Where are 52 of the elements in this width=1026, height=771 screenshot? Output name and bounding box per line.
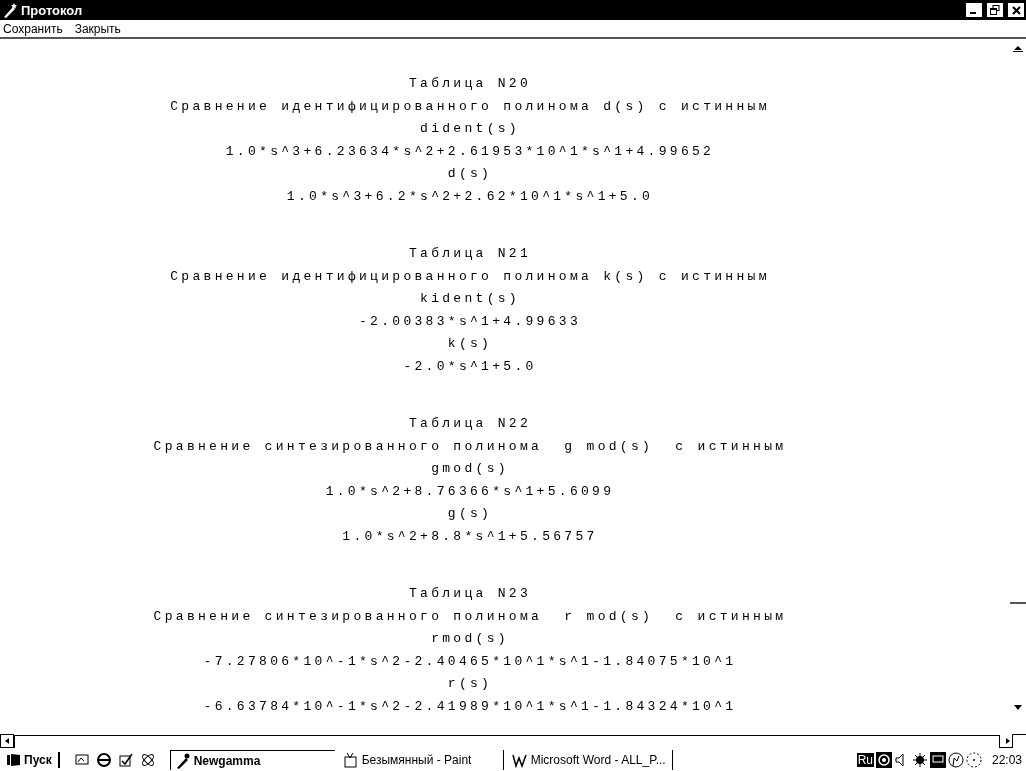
wand-icon xyxy=(2,2,18,18)
scroll-down-arrow-icon[interactable] xyxy=(1012,704,1024,712)
close-icon xyxy=(1011,5,1021,15)
monitor-icon xyxy=(929,752,946,768)
window-title: Протокол xyxy=(21,2,84,18)
table-caption: Сравнение синтезированного полинома r mod(s) с истинным xyxy=(153,607,787,626)
polynomial-name: r(s) xyxy=(447,675,493,693)
polynomial-expression: -2.00383*s^1+4.99633 xyxy=(359,312,581,331)
close-button[interactable] xyxy=(1008,3,1024,17)
restore-button[interactable] xyxy=(987,3,1003,17)
table-title: Таблица N20 xyxy=(408,75,532,93)
clock: 22:03 xyxy=(991,753,1022,767)
word-icon xyxy=(511,752,528,768)
checkmark-icon xyxy=(117,752,134,768)
scroll-thumb[interactable] xyxy=(1010,602,1026,604)
paint-icon xyxy=(342,752,359,768)
polynomial-expression: -7.27806*10^-1*s^2-2.40465*10^1*s^1-1.84075*10^1 xyxy=(203,652,737,671)
signal-icon xyxy=(875,752,892,768)
menu-item[interactable]: Сохранить xyxy=(3,21,63,36)
scroll-right-arrow-icon[interactable] xyxy=(1000,734,1026,748)
table-caption: Сравнение идентифицированного полинома d(s) с истинным xyxy=(170,97,770,116)
scroll-up-arrow-icon[interactable] xyxy=(1012,43,1024,53)
polynomial-expression: 1.0*s^2+8.8*s^1+5.56757 xyxy=(342,527,598,546)
polynomial-name: gmod(s) xyxy=(431,460,509,478)
polynomial-expression: -2.0*s^1+5.0 xyxy=(403,357,537,376)
polynomial-expression: 1.0*s^3+6.2*s^2+2.62*10^1*s^1+5.0 xyxy=(286,187,654,206)
table-title: Таблица N22 xyxy=(408,415,532,433)
polynomial-expression: 1.0*s^2+8.76366*s^1+5.6099 xyxy=(325,482,615,501)
restore-icon xyxy=(990,5,1000,15)
start-button[interactable]: Пуск xyxy=(4,752,60,768)
polynomial-name: kident(s) xyxy=(420,290,520,308)
polynomial-name: k(s) xyxy=(447,335,493,353)
polynomial-expression: 1.0*s^3+6.23634*s^2+2.61953*10^1*s^1+4.99652 xyxy=(225,142,715,161)
table-title: Таблица N21 xyxy=(408,245,532,263)
language-indicator[interactable]: Ru xyxy=(856,753,874,767)
minimize-button[interactable] xyxy=(966,3,982,17)
polynomial-name: d(s) xyxy=(447,165,493,183)
taskbar-button[interactable]: Newgamma xyxy=(169,750,335,770)
clock-icon xyxy=(965,752,982,768)
table-caption: Сравнение синтезированного полинома g mod(s) с истинным xyxy=(153,437,787,456)
table-title: Таблица N23 xyxy=(408,585,532,603)
windows-logo-icon xyxy=(6,752,22,768)
menu-item[interactable]: Закрыть xyxy=(74,21,121,36)
desktop-icon xyxy=(73,752,90,768)
atom-icon xyxy=(139,752,156,768)
polynomial-name: g(s) xyxy=(447,505,493,523)
wand-icon xyxy=(174,752,191,769)
polynomial-name: rmod(s) xyxy=(431,630,509,648)
scroll-track[interactable] xyxy=(14,734,1000,748)
polynomial-expression: -6.63784*10^-1*s^2-2.41989*10^1*s^1-1.84324*10^1 xyxy=(203,697,737,716)
polynomial-name: dident(s) xyxy=(420,120,520,138)
table-caption: Сравнение идентифицированного полинома k(s) с истинным xyxy=(170,267,770,286)
